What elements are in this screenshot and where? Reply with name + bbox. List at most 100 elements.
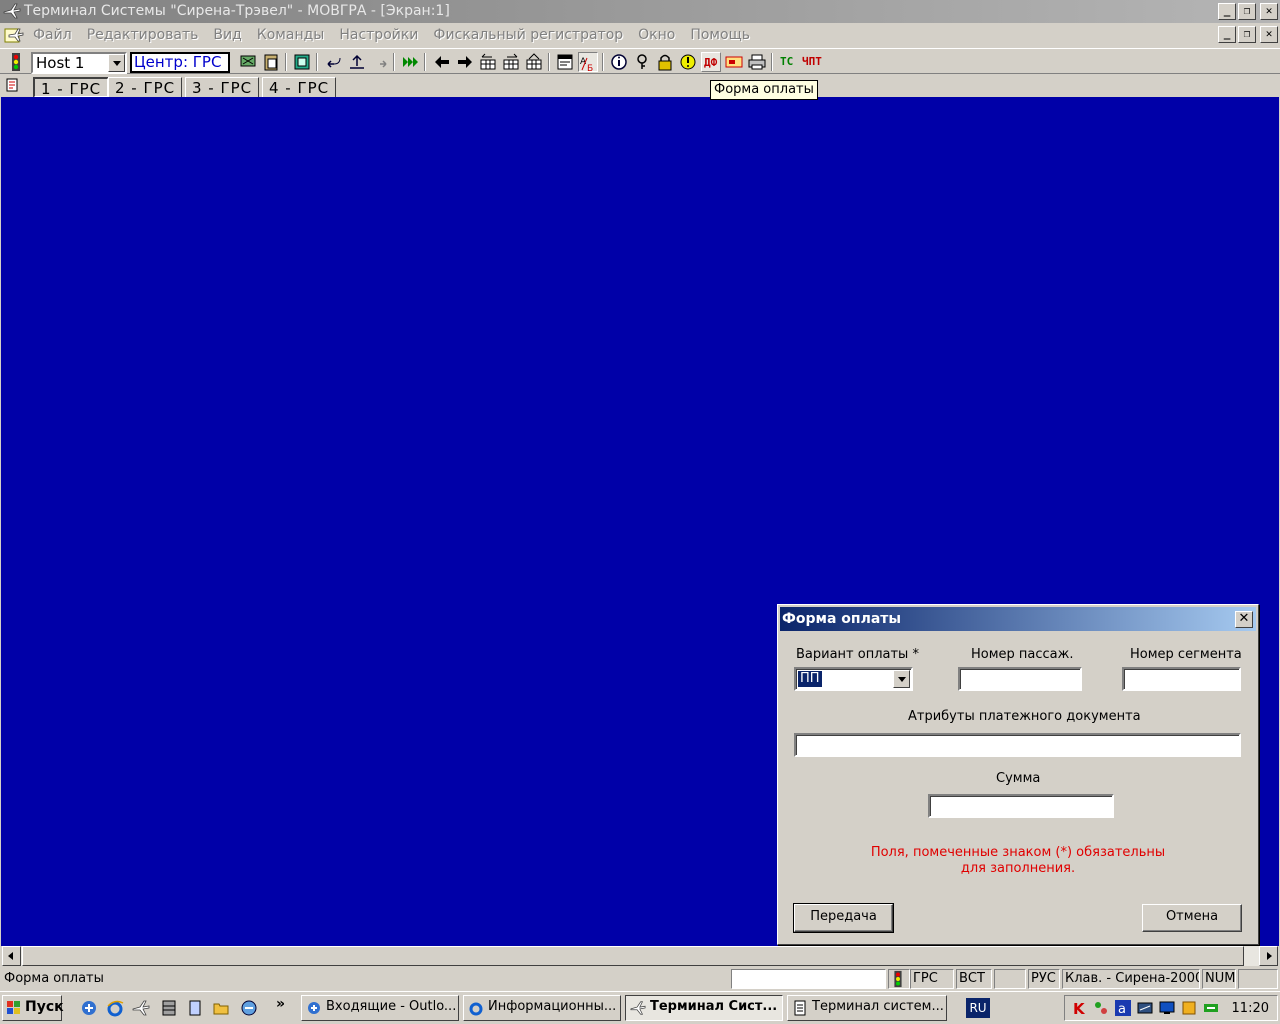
menu-fiscal-registrar[interactable]: Фискальный регистратор bbox=[433, 27, 623, 43]
speaker-icon[interactable] bbox=[1203, 1000, 1219, 1016]
table-next-button[interactable] bbox=[501, 52, 521, 72]
task-terminal-active[interactable]: Терминал Сист... bbox=[625, 995, 783, 1021]
new-document-icon[interactable] bbox=[4, 77, 20, 93]
svg-text:a: a bbox=[1118, 1002, 1126, 1016]
spellcheck-button[interactable]: AБ bbox=[578, 52, 598, 73]
dialog-close-button[interactable]: ✕ bbox=[1235, 611, 1253, 628]
folder-icon[interactable] bbox=[212, 999, 230, 1017]
form-button[interactable] bbox=[555, 52, 575, 72]
arrow-left-button[interactable] bbox=[432, 52, 452, 72]
cancel-button[interactable]: Отмена bbox=[1142, 904, 1242, 932]
segment-number-input[interactable] bbox=[1122, 667, 1241, 691]
fast-forward-button[interactable] bbox=[400, 52, 420, 72]
status-num: NUM bbox=[1202, 969, 1236, 989]
warning-button[interactable] bbox=[678, 52, 698, 72]
airplane-quick-icon[interactable] bbox=[132, 999, 150, 1017]
info-button[interactable] bbox=[609, 52, 629, 72]
text-a-icon[interactable]: a bbox=[1115, 1000, 1131, 1016]
clipboard-button[interactable] bbox=[261, 52, 281, 72]
lock-button[interactable] bbox=[655, 52, 675, 72]
network-tray-icon[interactable] bbox=[1093, 1000, 1109, 1016]
host-select[interactable]: Host 1 bbox=[31, 52, 127, 74]
session-tabs: 1 - ГРС 2 - ГРС 3 - ГРС 4 - ГРС bbox=[0, 75, 1280, 98]
tab-2-grs[interactable]: 2 - ГРС bbox=[108, 77, 183, 98]
child-restore-button[interactable]: ❐ bbox=[1238, 26, 1256, 43]
database-button[interactable] bbox=[292, 52, 312, 72]
upload-button[interactable] bbox=[347, 52, 367, 72]
tab-1-grs[interactable]: 1 - ГРС bbox=[33, 77, 110, 98]
cabinet-icon[interactable] bbox=[160, 999, 178, 1017]
arrow-right-button[interactable] bbox=[455, 52, 475, 72]
menu-bar: Файл Редактировать Вид Команды Настройки… bbox=[0, 23, 1280, 47]
chevron-down-icon[interactable] bbox=[893, 670, 910, 688]
scroll-right-button[interactable] bbox=[1259, 946, 1278, 966]
chpt-button[interactable]: ЧПТ bbox=[802, 55, 822, 68]
table-home-button[interactable] bbox=[524, 52, 544, 72]
payment-variant-select[interactable]: ПП bbox=[794, 667, 913, 691]
scroll-thumb[interactable] bbox=[22, 946, 1244, 966]
child-close-button[interactable]: ✕ bbox=[1260, 26, 1278, 43]
minimize-button[interactable]: _ bbox=[1218, 3, 1236, 20]
close-button[interactable]: ✕ bbox=[1260, 3, 1278, 20]
sum-input[interactable] bbox=[928, 794, 1114, 818]
traffic-light-icon bbox=[12, 53, 20, 71]
title-bar: Терминал Системы "Сирена-Трэвел" - МОВГР… bbox=[0, 0, 1280, 23]
child-minimize-button[interactable]: _ bbox=[1218, 26, 1236, 43]
monitor-icon[interactable] bbox=[1159, 1000, 1175, 1016]
scroll-left-button[interactable] bbox=[2, 946, 21, 966]
printer-icon bbox=[748, 54, 766, 70]
task-terminal-doc[interactable]: Терминал систем... bbox=[787, 995, 947, 1021]
status-empty-panel bbox=[994, 969, 1026, 989]
key-button[interactable] bbox=[632, 52, 652, 72]
traffic-light-icon bbox=[894, 970, 902, 988]
traffic-light-button[interactable] bbox=[6, 52, 26, 72]
network-button[interactable] bbox=[238, 52, 258, 72]
passenger-number-input[interactable] bbox=[958, 667, 1082, 691]
start-button[interactable]: Пуск bbox=[2, 995, 64, 1021]
redo-icon bbox=[380, 60, 387, 68]
menu-commands[interactable]: Команды bbox=[257, 27, 325, 43]
horizontal-scrollbar[interactable] bbox=[2, 946, 1278, 966]
chevron-down-icon[interactable] bbox=[108, 54, 125, 72]
print-button[interactable] bbox=[747, 52, 767, 72]
console-icon[interactable] bbox=[1137, 1000, 1153, 1016]
notes-icon[interactable] bbox=[1181, 1000, 1197, 1016]
undo-button[interactable] bbox=[324, 52, 344, 72]
tab-4-grs[interactable]: 4 - ГРС bbox=[262, 77, 337, 98]
menu-view[interactable]: Вид bbox=[213, 27, 241, 43]
task-outlook-inbox[interactable]: Входящие - Outlo... bbox=[301, 995, 459, 1021]
outlook-quick-icon[interactable] bbox=[80, 999, 98, 1017]
kaspersky-icon[interactable]: K bbox=[1071, 1000, 1087, 1016]
tab-3-grs[interactable]: 3 - ГРС bbox=[185, 77, 260, 98]
payment-doc-attrs-input[interactable] bbox=[794, 733, 1241, 757]
table-prev-button[interactable] bbox=[478, 52, 498, 72]
payment-variant-value: ПП bbox=[798, 671, 822, 687]
quicklaunch-more[interactable]: » bbox=[276, 996, 285, 1012]
payment-doc-attrs-label: Атрибуты платежного документа bbox=[908, 709, 1141, 724]
payment-form-button[interactable]: ДФ bbox=[701, 52, 721, 72]
submit-button[interactable]: Передача bbox=[793, 903, 894, 933]
menu-help[interactable]: Помощь bbox=[690, 27, 750, 43]
menu-settings[interactable]: Настройки bbox=[339, 27, 418, 43]
fast-forward-icon bbox=[403, 57, 418, 67]
lock-icon bbox=[658, 54, 672, 71]
redo-button[interactable] bbox=[370, 52, 390, 72]
notebook-icon[interactable] bbox=[186, 999, 204, 1017]
ticket-button[interactable] bbox=[724, 52, 744, 72]
ts-button[interactable]: ТС bbox=[780, 55, 793, 68]
browser-quick-icon[interactable] bbox=[240, 999, 258, 1017]
status-keyboard: Клав. - Сирена-2000 bbox=[1062, 969, 1200, 989]
menu-window[interactable]: Окно bbox=[638, 27, 675, 43]
task-info-browser[interactable]: Информационны... bbox=[463, 995, 621, 1021]
menu-file[interactable]: Файл bbox=[33, 27, 72, 43]
table-left-icon bbox=[480, 53, 496, 70]
restore-button[interactable]: ❐ bbox=[1238, 3, 1256, 20]
arrow-right-icon bbox=[458, 56, 472, 68]
undo-icon bbox=[327, 57, 341, 68]
clock: 11:20 bbox=[1231, 1001, 1269, 1016]
window-form-icon bbox=[557, 54, 573, 70]
language-indicator[interactable]: RU bbox=[966, 998, 990, 1018]
menu-edit[interactable]: Редактировать bbox=[87, 27, 199, 43]
internet-explorer-icon[interactable] bbox=[106, 999, 124, 1017]
arrow-left-icon bbox=[435, 56, 449, 68]
